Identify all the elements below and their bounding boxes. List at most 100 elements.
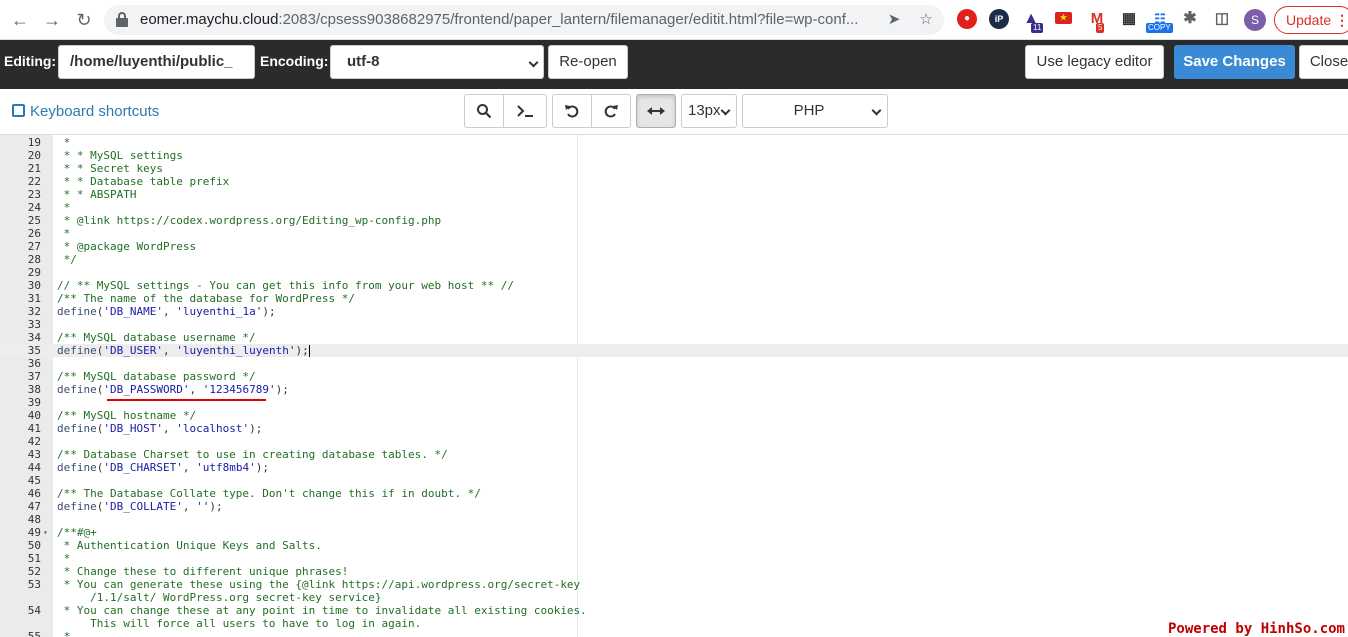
- code-line[interactable]: 41 define('DB_HOST', 'localhost');: [0, 422, 1348, 435]
- code-line[interactable]: 39: [0, 396, 1348, 409]
- comment-text: /1.1/salt/ WordPress.org secret-key serv…: [57, 591, 382, 604]
- code-line[interactable]: 45: [0, 474, 1348, 487]
- comment-text: * Change these to different unique phras…: [57, 565, 349, 578]
- file-path-input[interactable]: /home/luyenthi/public_: [58, 45, 255, 79]
- forward-icon[interactable]: →: [40, 8, 64, 32]
- code-line[interactable]: 19 *: [0, 136, 1348, 149]
- encoding-label: Encoding:: [260, 53, 329, 69]
- comment-text: *: [57, 630, 71, 637]
- profile-avatar[interactable]: S: [1244, 9, 1266, 31]
- redo-icon: [604, 105, 618, 118]
- line-number: 54: [27, 604, 41, 617]
- url-text[interactable]: eomer.maychu.cloud:2083/cpsess9038682975…: [140, 11, 858, 28]
- update-button[interactable]: Update ⋮: [1274, 6, 1348, 34]
- code-line[interactable]: 22 * * Database table prefix: [0, 175, 1348, 188]
- code-line[interactable]: 43 /** Database Charset to use in creatin…: [0, 448, 1348, 461]
- define-keyword: define: [57, 344, 97, 357]
- encoding-select[interactable]: utf-8: [330, 45, 544, 79]
- code-line[interactable]: 23 * * ABSPATH: [0, 188, 1348, 201]
- reload-icon[interactable]: ↻: [72, 8, 96, 32]
- define-keyword: define: [57, 500, 97, 513]
- code-line[interactable]: 42: [0, 435, 1348, 448]
- constant-value: '': [196, 500, 210, 513]
- code-line[interactable]: 33: [0, 318, 1348, 331]
- code-text: *: [57, 552, 71, 565]
- line-number: 49: [27, 526, 41, 539]
- redo-button[interactable]: [591, 94, 631, 128]
- extensions-puzzle-icon[interactable]: ✱: [1180, 9, 1200, 29]
- constant-value: 'luyenthi_luyenth': [176, 344, 296, 357]
- undo-button[interactable]: [552, 94, 592, 128]
- code-line[interactable]: 46 /** The Database Collate type. Don't c…: [0, 487, 1348, 500]
- comment-text: * You can change these at any point in t…: [57, 604, 587, 617]
- constant-name: 'DB_NAME': [103, 305, 163, 318]
- line-number: 21: [27, 162, 41, 175]
- legacy-editor-button[interactable]: Use legacy editor: [1025, 45, 1164, 79]
- code-line[interactable]: 55 *: [0, 630, 1348, 637]
- fold-arrow-icon[interactable]: ▾: [43, 526, 48, 539]
- line-number: 27: [27, 240, 41, 253]
- code-line[interactable]: 37 /** MySQL database password */: [0, 370, 1348, 383]
- code-text: define('DB_NAME', 'luyenthi_1a');: [57, 305, 276, 318]
- ip-extension-icon[interactable]: iP: [989, 9, 1009, 29]
- code-line[interactable]: 38 define('DB_PASSWORD', '123456789');: [0, 383, 1348, 396]
- comment-text: */: [57, 253, 77, 266]
- keyboard-shortcuts-link[interactable]: Keyboard shortcuts: [12, 103, 159, 120]
- code-line[interactable]: 27 * @package WordPress: [0, 240, 1348, 253]
- code-line[interactable]: 30 // ** MySQL settings - You can get thi…: [0, 279, 1348, 292]
- code-line[interactable]: 20 * * MySQL settings: [0, 149, 1348, 162]
- code-line[interactable]: 29: [0, 266, 1348, 279]
- code-line[interactable]: 34 /** MySQL database username */: [0, 331, 1348, 344]
- code-line[interactable]: 52 * Change these to different unique ph…: [0, 565, 1348, 578]
- code-line[interactable]: 50 * Authentication Unique Keys and Salt…: [0, 539, 1348, 552]
- line-number: 37: [27, 370, 41, 383]
- comment-text: /** MySQL database username */: [57, 331, 256, 344]
- code-line[interactable]: 26 *: [0, 227, 1348, 240]
- code-text: *: [57, 630, 71, 637]
- code-line[interactable]: 32 define('DB_NAME', 'luyenthi_1a');: [0, 305, 1348, 318]
- code-line[interactable]: 53 * You can generate these using the {@…: [0, 578, 1348, 591]
- code-editor[interactable]: 19 * 20 * * MySQL settings 21 * * Secret k…: [0, 135, 1348, 637]
- code-line[interactable]: 51 *: [0, 552, 1348, 565]
- code-line[interactable]: 47 define('DB_COLLATE', '');: [0, 500, 1348, 513]
- bookmark-star-icon[interactable]: ☆: [916, 10, 936, 30]
- code-line[interactable]: 54 * You can change these at any point i…: [0, 604, 1348, 617]
- code-line[interactable]: 36: [0, 357, 1348, 370]
- code-line[interactable]: 24 *: [0, 201, 1348, 214]
- code-line[interactable]: 40 /** MySQL hostname */: [0, 409, 1348, 422]
- search-button[interactable]: [464, 94, 504, 128]
- adblock-extension-icon[interactable]: ●: [957, 9, 977, 29]
- code-line[interactable]: 48: [0, 513, 1348, 526]
- code-line[interactable]: 35 define('DB_USER', 'luyenthi_luyenth');: [0, 344, 1348, 357]
- word-wrap-toggle[interactable]: [636, 94, 676, 128]
- code-line[interactable]: /1.1/salt/ WordPress.org secret-key serv…: [0, 591, 1348, 604]
- code-text: /**#@+: [57, 526, 97, 539]
- reopen-button[interactable]: Re-open: [548, 45, 628, 79]
- comment-text: /**#@+: [57, 526, 97, 539]
- code-text: *: [57, 201, 71, 214]
- save-changes-button[interactable]: Save Changes: [1174, 45, 1295, 79]
- qr-code-extension-icon[interactable]: ▦: [1119, 9, 1139, 29]
- line-number: 30: [27, 279, 41, 292]
- code-line[interactable]: 44 define('DB_CHARSET', 'utf8mb4');: [0, 461, 1348, 474]
- flag-extension-icon[interactable]: ★: [1055, 12, 1072, 24]
- close-button[interactable]: Close: [1299, 45, 1348, 79]
- font-size-select[interactable]: 13px: [681, 94, 737, 128]
- code-line[interactable]: 25 * @link https://codex.wordpress.org/E…: [0, 214, 1348, 227]
- send-icon[interactable]: ➤: [884, 10, 904, 30]
- define-keyword: define: [57, 383, 97, 396]
- address-bar[interactable]: eomer.maychu.cloud:2083/cpsess9038682975…: [104, 5, 944, 35]
- goto-line-button[interactable]: [503, 94, 547, 128]
- code-line[interactable]: 31 /** The name of the database for WordP…: [0, 292, 1348, 305]
- back-icon[interactable]: ←: [8, 8, 32, 32]
- syntax-mode-select[interactable]: PHP: [742, 94, 888, 128]
- extension-badge-count: 11: [1031, 23, 1044, 33]
- code-line[interactable]: 49 ▾ /**#@+: [0, 526, 1348, 539]
- code-line[interactable]: This will force all users to have to log…: [0, 617, 1348, 630]
- code-line[interactable]: 28 */: [0, 253, 1348, 266]
- code-text: * @link https://codex.wordpress.org/Edit…: [57, 214, 442, 227]
- side-panel-icon[interactable]: ◫: [1212, 9, 1232, 29]
- code-line[interactable]: 21 * * Secret keys: [0, 162, 1348, 175]
- comment-text: * You can generate these using the {@lin…: [57, 578, 581, 591]
- extension-badge-count: 5: [1096, 23, 1105, 33]
